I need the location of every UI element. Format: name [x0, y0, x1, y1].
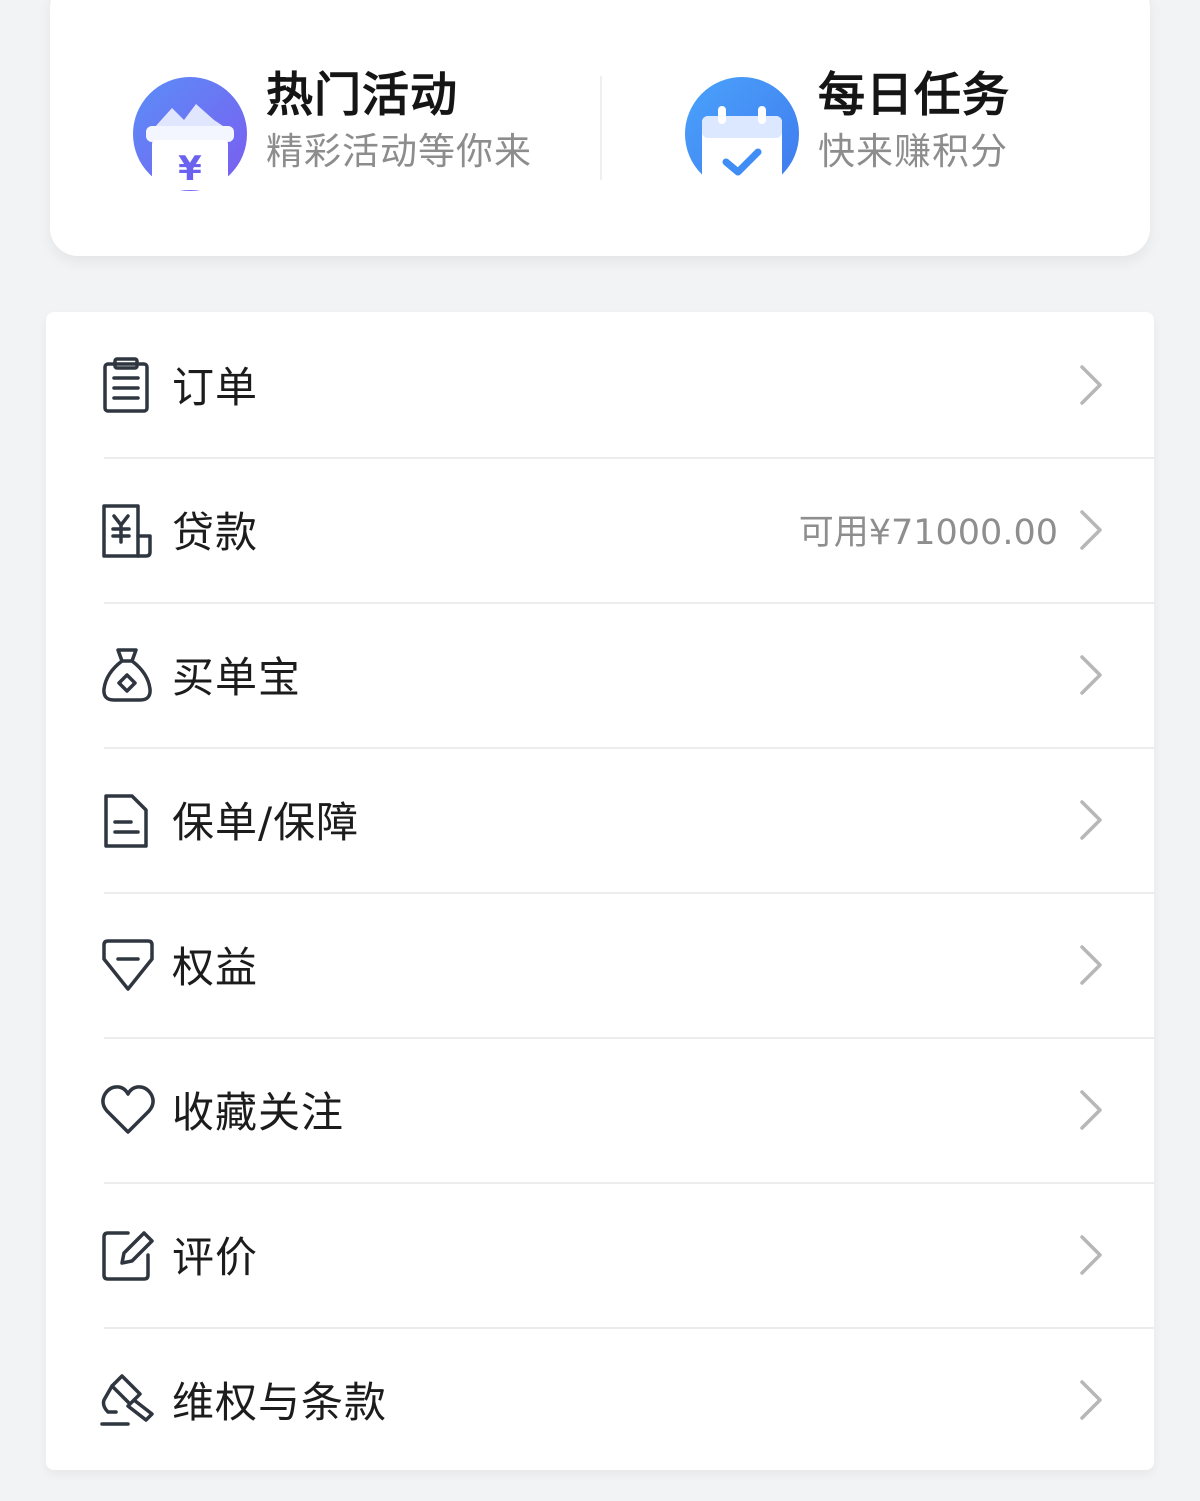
menu-item-label: 维权与条款 — [172, 1378, 388, 1427]
menu-item-orders[interactable]: 订单 — [46, 312, 1154, 457]
menu-item-label: 订单 — [172, 363, 259, 412]
chevron-right-icon — [1080, 1089, 1102, 1130]
promo-subtitle: 精彩活动等你来 — [266, 130, 532, 174]
menu-item-rights-terms[interactable]: 维权与条款 — [46, 1327, 1154, 1470]
menu-item-label: 保单/保障 — [172, 798, 360, 847]
chevron-right-icon — [1080, 799, 1102, 840]
gavel-icon — [100, 1373, 154, 1426]
heart-icon — [101, 1084, 155, 1134]
loan-available-amount: 可用¥71000.00 — [798, 513, 1058, 553]
menu-list: 订单 贷款 可用¥71000.00 买单宝 保单/保障 权益 收藏关注 评价 维… — [46, 312, 1154, 1470]
menu-item-loans[interactable]: 贷款 可用¥71000.00 — [46, 457, 1154, 602]
loan-receipt-icon — [102, 503, 152, 558]
daily-task-calendar-icon — [685, 77, 799, 192]
promo-card: ¥ 热门活动 精彩活动等你来 每日任务 快来赚积分 — [50, 0, 1150, 256]
chevron-right-icon — [1080, 654, 1102, 695]
chevron-right-icon — [1080, 364, 1102, 405]
menu-item-label: 评价 — [172, 1233, 259, 1282]
menu-item-benefits[interactable]: 权益 — [46, 892, 1154, 1037]
promo-title: 热门活动 — [266, 67, 458, 123]
menu-item-label: 权益 — [172, 943, 259, 992]
order-clipboard-icon — [103, 356, 149, 413]
menu-item-maidanbao[interactable]: 买单宝 — [46, 602, 1154, 747]
promo-hot-activities[interactable]: ¥ 热门活动 精彩活动等你来 — [50, 0, 600, 256]
menu-item-label: 买单宝 — [172, 653, 302, 702]
menu-item-policies[interactable]: 保单/保障 — [46, 747, 1154, 892]
menu-item-label: 收藏关注 — [172, 1088, 345, 1137]
edit-review-icon — [102, 1230, 154, 1281]
chevron-right-icon — [1080, 509, 1102, 550]
promo-title: 每日任务 — [818, 67, 1010, 123]
chevron-right-icon — [1080, 1379, 1102, 1420]
menu-item-label: 贷款 — [172, 508, 259, 557]
menu-item-reviews[interactable]: 评价 — [46, 1182, 1154, 1327]
activity-gift-icon: ¥ — [133, 77, 247, 191]
chevron-right-icon — [1080, 944, 1102, 985]
policy-document-icon — [104, 793, 148, 848]
promo-subtitle: 快来赚积分 — [818, 130, 1008, 174]
benefit-diamond-icon — [102, 938, 154, 991]
promo-daily-tasks[interactable]: 每日任务 快来赚积分 — [600, 0, 1150, 256]
menu-item-favorites[interactable]: 收藏关注 — [46, 1037, 1154, 1182]
svg-text:¥: ¥ — [178, 149, 202, 189]
chevron-right-icon — [1080, 1234, 1102, 1275]
money-bag-icon — [102, 647, 152, 702]
